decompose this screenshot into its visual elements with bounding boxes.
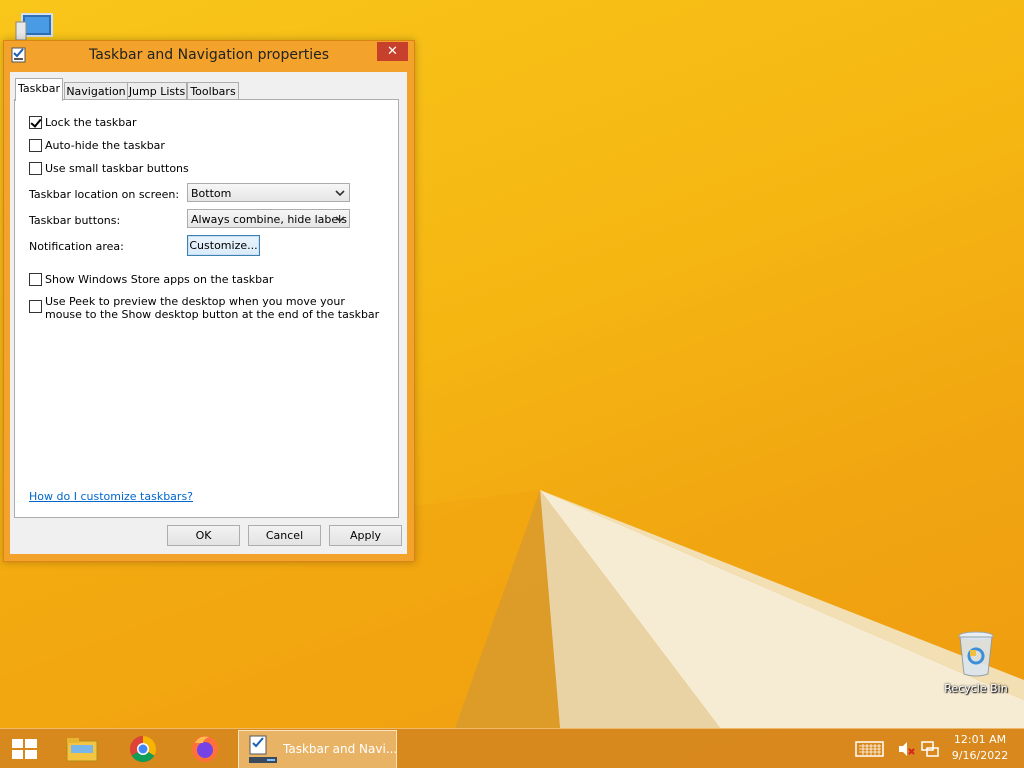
taskbar: Taskbar and Navi... 12:01 AM 9/16/2022 — [0, 728, 1024, 768]
keyboard-icon[interactable] — [855, 739, 885, 759]
firefox-icon[interactable] — [185, 729, 225, 768]
recycle-bin-icon — [956, 630, 996, 678]
ok-button[interactable]: OK — [167, 525, 240, 546]
auto-hide-label: Auto-hide the taskbar — [45, 139, 165, 152]
buttons-label: Taskbar buttons: — [29, 214, 121, 227]
dialog-titlebar[interactable]: Taskbar and Navigation properties ✕ — [4, 41, 414, 71]
tab-toolbars[interactable]: Toolbars — [187, 82, 239, 100]
tab-taskbar[interactable]: Taskbar — [15, 78, 63, 101]
clock-time: 12:01 AM — [953, 733, 1007, 746]
taskbar-properties-dialog: Taskbar and Navigation properties ✕ Task… — [3, 40, 415, 562]
lock-taskbar-checkbox[interactable] — [29, 116, 42, 129]
apply-button[interactable]: Apply — [329, 525, 402, 546]
chevron-down-icon — [335, 190, 345, 197]
location-value: Bottom — [191, 187, 232, 200]
store-apps-checkbox[interactable] — [29, 273, 42, 286]
dialog-client: Taskbar Navigation Jump Lists Toolbars L… — [10, 72, 407, 554]
taskbar-window-button[interactable]: Taskbar and Navi... — [238, 730, 397, 768]
clock-date: 9/16/2022 — [951, 749, 1009, 762]
small-buttons-label: Use small taskbar buttons — [45, 162, 189, 175]
network-icon[interactable] — [920, 739, 940, 759]
file-explorer-icon[interactable] — [62, 729, 102, 768]
chrome-icon[interactable] — [123, 729, 163, 768]
recycle-bin-label: Recycle Bin — [944, 682, 1008, 695]
windows-logo-icon — [12, 739, 37, 759]
buttons-select[interactable]: Always combine, hide labels — [187, 209, 350, 228]
location-label: Taskbar location on screen: — [29, 188, 180, 201]
auto-hide-checkbox[interactable] — [29, 139, 42, 152]
cancel-button[interactable]: Cancel — [248, 525, 321, 546]
taskbar-window-label: Taskbar and Navi... — [283, 742, 398, 756]
taskbar-tab-panel: Lock the taskbar Auto-hide the taskbar U… — [14, 99, 399, 518]
peek-label: Use Peek to preview the desktop when you… — [45, 295, 380, 321]
tab-jump-lists[interactable]: Jump Lists — [127, 82, 187, 100]
customize-button[interactable]: Customize... — [187, 235, 260, 256]
computer-icon[interactable] — [14, 8, 64, 42]
small-buttons-checkbox[interactable] — [29, 162, 42, 175]
tab-navigation[interactable]: Navigation — [64, 82, 128, 100]
store-apps-label: Show Windows Store apps on the taskbar — [45, 273, 274, 286]
system-clock[interactable]: 12:01 AM 9/16/2022 — [944, 732, 1016, 764]
desktop: Recycle Bin Taskbar and Navigation prope… — [0, 0, 1024, 768]
recycle-bin[interactable]: Recycle Bin — [938, 630, 1014, 702]
start-button[interactable] — [4, 729, 44, 768]
buttons-value: Always combine, hide labels — [191, 213, 347, 226]
chevron-down-icon — [335, 216, 345, 223]
help-link[interactable]: How do I customize taskbars? — [29, 490, 193, 503]
checklist-icon — [249, 735, 277, 763]
speaker-muted-icon[interactable] — [896, 739, 916, 759]
lock-taskbar-label: Lock the taskbar — [45, 116, 137, 129]
peek-checkbox[interactable] — [29, 300, 42, 313]
dialog-title: Taskbar and Navigation properties — [88, 47, 330, 63]
location-select[interactable]: Bottom — [187, 183, 350, 202]
close-button[interactable]: ✕ — [377, 42, 408, 61]
notification-label: Notification area: — [29, 240, 124, 253]
